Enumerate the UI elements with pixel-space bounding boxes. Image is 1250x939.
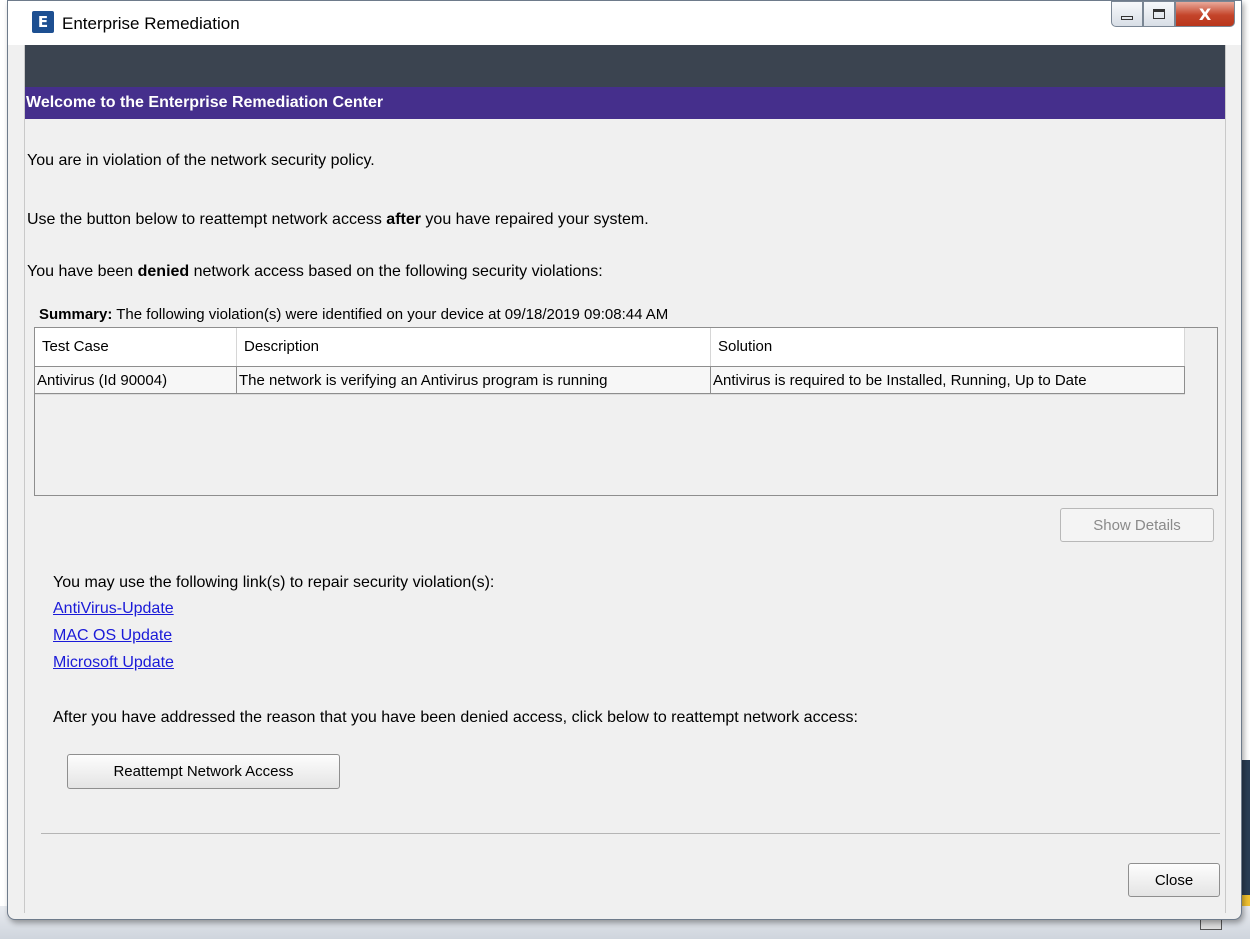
window-title: Enterprise Remediation: [62, 14, 240, 33]
summary-text: The following violation(s) were identifi…: [112, 306, 669, 323]
maximize-button[interactable]: [1143, 1, 1175, 27]
close-window-button[interactable]: X: [1175, 1, 1235, 27]
violations-table: Test Case Description Solution Antivirus…: [34, 327, 1218, 496]
app-logo-icon: E: [32, 11, 54, 33]
reattempt-text-bold: after: [386, 211, 421, 228]
reattempt-prompt: After you have addressed the reason that…: [53, 709, 858, 726]
header-band: [25, 45, 1225, 87]
denied-message: You have been denied network access base…: [27, 263, 603, 281]
reattempt-instruction: Use the button below to reattempt networ…: [27, 211, 649, 229]
antivirus-update-link[interactable]: AntiVirus-Update: [53, 600, 174, 618]
remediation-window: E Enterprise Remediation X Welcome to th…: [7, 0, 1242, 920]
denied-text-bold: denied: [137, 263, 190, 280]
column-header-test-case[interactable]: Test Case: [35, 328, 237, 366]
title-bar[interactable]: E Enterprise Remediation X: [8, 1, 1241, 45]
summary-line: Summary: The following violation(s) were…: [39, 306, 668, 323]
content-panel: Welcome to the Enterprise Remediation Ce…: [24, 45, 1226, 913]
summary-label: Summary:: [39, 306, 113, 323]
maximize-icon: [1153, 9, 1165, 19]
reattempt-text-post: you have repaired your system.: [420, 211, 649, 228]
cell-solution: Antivirus is required to be Installed, R…: [711, 366, 1185, 394]
table-row[interactable]: Antivirus (Id 90004) The network is veri…: [35, 366, 1185, 395]
reattempt-network-access-button[interactable]: Reattempt Network Access: [67, 754, 340, 789]
denied-text-post: network access based on the following se…: [189, 263, 603, 280]
close-button[interactable]: Close: [1128, 863, 1220, 897]
minimize-button[interactable]: [1111, 1, 1143, 27]
links-intro: You may use the following link(s) to rep…: [53, 574, 495, 591]
minimize-icon: [1121, 16, 1133, 20]
close-icon: X: [1198, 4, 1212, 24]
cell-description: The network is verifying an Antivirus pr…: [237, 366, 711, 394]
microsoft-update-link[interactable]: Microsoft Update: [53, 654, 174, 672]
cell-test-case: Antivirus (Id 90004): [35, 366, 237, 394]
column-header-description[interactable]: Description: [237, 328, 711, 366]
welcome-banner: Welcome to the Enterprise Remediation Ce…: [25, 87, 1225, 119]
show-details-button[interactable]: Show Details: [1060, 508, 1214, 542]
footer-divider: [41, 833, 1220, 834]
window-controls: X: [1111, 1, 1235, 31]
denied-text-pre: You have been: [27, 263, 138, 280]
table-header: Test Case Description Solution: [35, 328, 1185, 366]
column-header-solution[interactable]: Solution: [711, 328, 1185, 366]
violation-message: You are in violation of the network secu…: [27, 152, 375, 169]
reattempt-text-pre: Use the button below to reattempt networ…: [27, 211, 387, 228]
mac-os-update-link[interactable]: MAC OS Update: [53, 627, 172, 645]
